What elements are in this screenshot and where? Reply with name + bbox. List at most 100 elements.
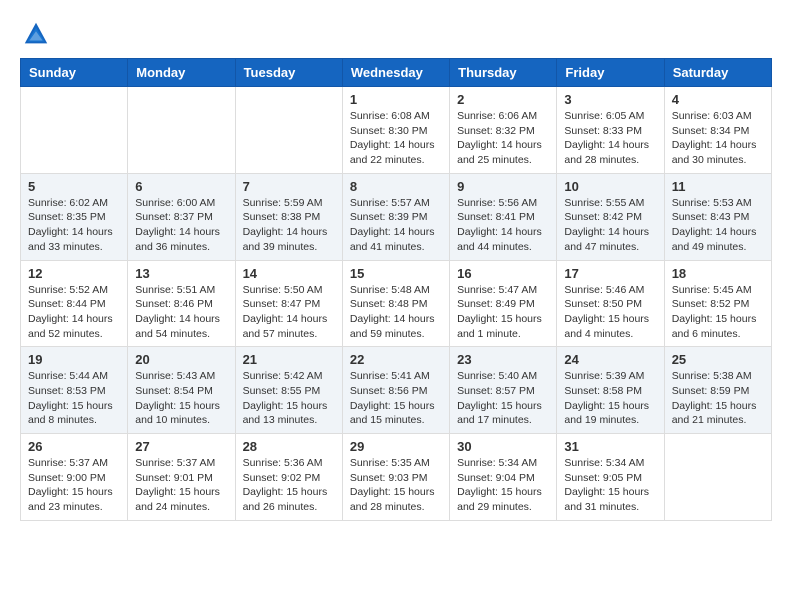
day-info: Sunrise: 5:52 AM Sunset: 8:44 PM Dayligh…: [28, 283, 120, 342]
day-number: 7: [243, 179, 335, 194]
day-of-week-header: Wednesday: [342, 59, 449, 87]
calendar-day-cell: 4 Sunrise: 6:03 AM Sunset: 8:34 PM Daylig…: [664, 87, 771, 174]
calendar-day-cell: 1Sunrise: 6:08 AM Sunset: 8:30 PM Daylig…: [342, 87, 449, 174]
calendar-day-cell: 10 Sunrise: 5:55 AM Sunset: 8:42 PM Dayli…: [557, 173, 664, 260]
day-info: Sunrise: 6:02 AM Sunset: 8:35 PM Dayligh…: [28, 196, 120, 255]
day-number: 24: [564, 352, 656, 367]
calendar-day-cell: 8 Sunrise: 5:57 AM Sunset: 8:39 PM Daylig…: [342, 173, 449, 260]
day-number: 23: [457, 352, 549, 367]
page-header: [20, 20, 772, 48]
calendar-day-cell: 2Sunrise: 6:06 AM Sunset: 8:32 PM Daylig…: [450, 87, 557, 174]
logo: [20, 20, 50, 48]
day-number: 27: [135, 439, 227, 454]
day-info: Sunrise: 6:06 AM Sunset: 8:32 PM Dayligh…: [457, 109, 549, 168]
day-number: 15: [350, 266, 442, 281]
day-number: 9: [457, 179, 549, 194]
day-number: 13: [135, 266, 227, 281]
calendar-day-cell: 12Sunrise: 5:52 AM Sunset: 8:44 PM Dayli…: [21, 260, 128, 347]
day-info: Sunrise: 5:46 AM Sunset: 8:50 PM Dayligh…: [564, 283, 656, 342]
day-number: 3: [564, 92, 656, 107]
calendar-day-cell: 15 Sunrise: 5:48 AM Sunset: 8:48 PM Dayli…: [342, 260, 449, 347]
day-info: Sunrise: 5:53 AM Sunset: 8:43 PM Dayligh…: [672, 196, 764, 255]
day-info: Sunrise: 5:44 AM Sunset: 8:53 PM Dayligh…: [28, 369, 120, 428]
calendar-day-cell: 19 Sunrise: 5:44 AM Sunset: 8:53 PM Dayli…: [21, 347, 128, 434]
day-number: 20: [135, 352, 227, 367]
calendar-day-cell: 5 Sunrise: 6:02 AM Sunset: 8:35 PM Daylig…: [21, 173, 128, 260]
day-info: Sunrise: 5:39 AM Sunset: 8:58 PM Dayligh…: [564, 369, 656, 428]
calendar-day-cell: 17 Sunrise: 5:46 AM Sunset: 8:50 PM Dayli…: [557, 260, 664, 347]
day-info: Sunrise: 5:56 AM Sunset: 8:41 PM Dayligh…: [457, 196, 549, 255]
calendar-day-cell: 6 Sunrise: 6:00 AM Sunset: 8:37 PM Daylig…: [128, 173, 235, 260]
day-info: Sunrise: 6:00 AM Sunset: 8:37 PM Dayligh…: [135, 196, 227, 255]
calendar-week-row: 12Sunrise: 5:52 AM Sunset: 8:44 PM Dayli…: [21, 260, 772, 347]
day-number: 5: [28, 179, 120, 194]
day-info: Sunrise: 5:59 AM Sunset: 8:38 PM Dayligh…: [243, 196, 335, 255]
calendar-day-cell: 3 Sunrise: 6:05 AM Sunset: 8:33 PM Daylig…: [557, 87, 664, 174]
calendar-day-cell: 22Sunrise: 5:41 AM Sunset: 8:56 PM Dayli…: [342, 347, 449, 434]
calendar-day-cell: [21, 87, 128, 174]
calendar-day-cell: 26 Sunrise: 5:37 AM Sunset: 9:00 PM Dayli…: [21, 434, 128, 521]
day-info: Sunrise: 5:37 AM Sunset: 9:01 PM Dayligh…: [135, 456, 227, 515]
day-number: 19: [28, 352, 120, 367]
day-info: Sunrise: 5:47 AM Sunset: 8:49 PM Dayligh…: [457, 283, 549, 342]
day-number: 14: [243, 266, 335, 281]
day-of-week-header: Tuesday: [235, 59, 342, 87]
calendar-day-cell: 18 Sunrise: 5:45 AM Sunset: 8:52 PM Dayli…: [664, 260, 771, 347]
day-info: Sunrise: 5:50 AM Sunset: 8:47 PM Dayligh…: [243, 283, 335, 342]
calendar-header-row: SundayMondayTuesdayWednesdayThursdayFrid…: [21, 59, 772, 87]
day-of-week-header: Thursday: [450, 59, 557, 87]
calendar-day-cell: 28 Sunrise: 5:36 AM Sunset: 9:02 PM Dayli…: [235, 434, 342, 521]
calendar-day-cell: 30Sunrise: 5:34 AM Sunset: 9:04 PM Dayli…: [450, 434, 557, 521]
calendar-day-cell: 25 Sunrise: 5:38 AM Sunset: 8:59 PM Dayli…: [664, 347, 771, 434]
calendar-day-cell: 23 Sunrise: 5:40 AM Sunset: 8:57 PM Dayli…: [450, 347, 557, 434]
day-number: 17: [564, 266, 656, 281]
day-number: 29: [350, 439, 442, 454]
day-info: Sunrise: 5:42 AM Sunset: 8:55 PM Dayligh…: [243, 369, 335, 428]
day-info: Sunrise: 5:48 AM Sunset: 8:48 PM Dayligh…: [350, 283, 442, 342]
calendar-week-row: 19 Sunrise: 5:44 AM Sunset: 8:53 PM Dayli…: [21, 347, 772, 434]
day-number: 18: [672, 266, 764, 281]
day-number: 4: [672, 92, 764, 107]
calendar-day-cell: 14 Sunrise: 5:50 AM Sunset: 8:47 PM Dayli…: [235, 260, 342, 347]
calendar-day-cell: 21 Sunrise: 5:42 AM Sunset: 8:55 PM Dayli…: [235, 347, 342, 434]
day-info: Sunrise: 5:55 AM Sunset: 8:42 PM Dayligh…: [564, 196, 656, 255]
day-info: Sunrise: 5:37 AM Sunset: 9:00 PM Dayligh…: [28, 456, 120, 515]
calendar-day-cell: [664, 434, 771, 521]
day-info: Sunrise: 5:41 AM Sunset: 8:56 PM Dayligh…: [350, 369, 442, 428]
day-info: Sunrise: 5:40 AM Sunset: 8:57 PM Dayligh…: [457, 369, 549, 428]
day-number: 25: [672, 352, 764, 367]
day-number: 31: [564, 439, 656, 454]
calendar-day-cell: 13Sunrise: 5:51 AM Sunset: 8:46 PM Dayli…: [128, 260, 235, 347]
logo-icon: [22, 20, 50, 48]
calendar-day-cell: [128, 87, 235, 174]
day-number: 26: [28, 439, 120, 454]
day-info: Sunrise: 6:03 AM Sunset: 8:34 PM Dayligh…: [672, 109, 764, 168]
day-info: Sunrise: 6:05 AM Sunset: 8:33 PM Dayligh…: [564, 109, 656, 168]
day-number: 6: [135, 179, 227, 194]
day-info: Sunrise: 6:08 AM Sunset: 8:30 PM Dayligh…: [350, 109, 442, 168]
calendar-day-cell: 27 Sunrise: 5:37 AM Sunset: 9:01 PM Dayli…: [128, 434, 235, 521]
day-info: Sunrise: 5:43 AM Sunset: 8:54 PM Dayligh…: [135, 369, 227, 428]
day-of-week-header: Saturday: [664, 59, 771, 87]
day-info: Sunrise: 5:36 AM Sunset: 9:02 PM Dayligh…: [243, 456, 335, 515]
day-number: 11: [672, 179, 764, 194]
day-number: 21: [243, 352, 335, 367]
day-info: Sunrise: 5:38 AM Sunset: 8:59 PM Dayligh…: [672, 369, 764, 428]
day-info: Sunrise: 5:45 AM Sunset: 8:52 PM Dayligh…: [672, 283, 764, 342]
calendar-day-cell: 9 Sunrise: 5:56 AM Sunset: 8:41 PM Daylig…: [450, 173, 557, 260]
day-info: Sunrise: 5:57 AM Sunset: 8:39 PM Dayligh…: [350, 196, 442, 255]
calendar-day-cell: 29Sunrise: 5:35 AM Sunset: 9:03 PM Dayli…: [342, 434, 449, 521]
day-number: 28: [243, 439, 335, 454]
day-of-week-header: Sunday: [21, 59, 128, 87]
day-info: Sunrise: 5:34 AM Sunset: 9:04 PM Dayligh…: [457, 456, 549, 515]
day-number: 8: [350, 179, 442, 194]
calendar-table: SundayMondayTuesdayWednesdayThursdayFrid…: [20, 58, 772, 521]
day-of-week-header: Friday: [557, 59, 664, 87]
calendar-day-cell: 20 Sunrise: 5:43 AM Sunset: 8:54 PM Dayli…: [128, 347, 235, 434]
calendar-week-row: 1Sunrise: 6:08 AM Sunset: 8:30 PM Daylig…: [21, 87, 772, 174]
calendar-day-cell: 16 Sunrise: 5:47 AM Sunset: 8:49 PM Dayli…: [450, 260, 557, 347]
calendar-day-cell: 7 Sunrise: 5:59 AM Sunset: 8:38 PM Daylig…: [235, 173, 342, 260]
day-number: 16: [457, 266, 549, 281]
day-number: 10: [564, 179, 656, 194]
calendar-day-cell: 31Sunrise: 5:34 AM Sunset: 9:05 PM Dayli…: [557, 434, 664, 521]
